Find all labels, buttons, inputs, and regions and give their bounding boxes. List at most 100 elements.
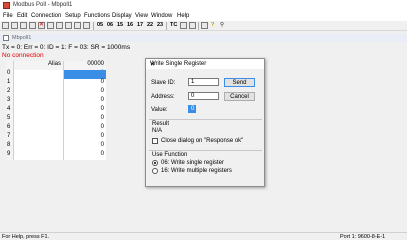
use-function-label: Use Function: [152, 152, 188, 158]
open-icon[interactable]: [11, 22, 18, 29]
cancel-button[interactable]: Cancel: [224, 92, 255, 101]
func-16-radio[interactable]: [152, 168, 158, 174]
alias-cell[interactable]: [14, 115, 64, 124]
menu-setup[interactable]: Setup: [65, 13, 81, 19]
fc-22-button[interactable]: 22: [147, 22, 153, 28]
row-index: 7: [6, 133, 14, 142]
table-row[interactable]: 1 0: [6, 79, 106, 88]
row-index: 9: [6, 151, 14, 160]
address-field[interactable]: 0: [188, 92, 219, 100]
table-row[interactable]: 3 0: [6, 97, 106, 106]
value-field[interactable]: 0: [188, 105, 196, 113]
app-icon: [3, 2, 10, 9]
result-group: [149, 119, 262, 120]
help-icon[interactable]: ?: [211, 22, 214, 28]
close-dialog-label: Close dialog on "Response ok": [161, 138, 244, 144]
func-16-label: 16: Write multiple registers: [161, 168, 232, 174]
context-help-icon[interactable]: ⚲: [220, 22, 224, 28]
title-bar: Modbus Poll - Mbpoll1: [0, 0, 407, 12]
value-cell[interactable]: 0: [64, 124, 106, 133]
write-icon[interactable]: [74, 22, 81, 29]
table-row[interactable]: 9 0: [6, 151, 106, 160]
row-index: 2: [6, 88, 14, 97]
menu-display[interactable]: Display: [112, 13, 132, 19]
table-row[interactable]: 7 0: [6, 133, 106, 142]
slave-id-label: Slave ID:: [151, 80, 176, 86]
new-icon[interactable]: [2, 22, 9, 29]
row-index: 4: [6, 106, 14, 115]
dialog-titlebar[interactable]: Write Single Register ✕: [146, 59, 264, 69]
table-row[interactable]: 6 0: [6, 124, 106, 133]
disconnect-icon[interactable]: [56, 22, 63, 29]
menu-window[interactable]: Window: [151, 13, 172, 19]
value-cell[interactable]: 0: [64, 97, 106, 106]
connect-icon[interactable]: [47, 22, 54, 29]
alias-cell[interactable]: [14, 88, 64, 97]
fc-05-button[interactable]: 05: [97, 22, 103, 28]
close-icon[interactable]: ✕: [150, 61, 260, 68]
result-label: Result: [152, 121, 170, 127]
fc-06-button[interactable]: 06: [107, 22, 113, 28]
alias-cell[interactable]: [14, 142, 64, 151]
table-row[interactable]: 5 0: [6, 115, 106, 124]
alias-cell[interactable]: [14, 151, 64, 160]
alias-cell[interactable]: [14, 79, 64, 88]
alias-header[interactable]: Alias: [14, 61, 64, 70]
fc-15-button[interactable]: 15: [117, 22, 123, 28]
menu-bar: File Edit Connection Setup Functions Dis…: [0, 12, 407, 21]
function-group: [149, 150, 262, 151]
row-index: 1: [6, 79, 14, 88]
value-header[interactable]: 00000: [64, 61, 106, 70]
options-icon[interactable]: [189, 22, 196, 29]
save-icon[interactable]: [20, 22, 27, 29]
monitor-icon[interactable]: [180, 22, 187, 29]
fc-16-button[interactable]: 16: [127, 22, 133, 28]
window-icon[interactable]: [201, 22, 208, 29]
value-cell[interactable]: 0: [64, 70, 106, 79]
menu-view[interactable]: View: [135, 13, 148, 19]
alias-cell[interactable]: [14, 133, 64, 142]
pause-icon[interactable]: [83, 22, 90, 29]
read-icon[interactable]: [65, 22, 72, 29]
table-row[interactable]: 2 0: [6, 88, 106, 97]
tc-button[interactable]: TC: [170, 22, 177, 28]
value-cell[interactable]: 0: [64, 88, 106, 97]
menu-functions[interactable]: Functions: [84, 13, 110, 19]
menu-connection[interactable]: Connection: [31, 13, 61, 19]
fc-23-button[interactable]: 23: [157, 22, 163, 28]
delete-icon[interactable]: ✕: [38, 22, 45, 29]
row-index: 8: [6, 142, 14, 151]
table-row[interactable]: 4 0: [6, 106, 106, 115]
alias-cell[interactable]: [14, 97, 64, 106]
menu-edit[interactable]: Edit: [17, 13, 27, 19]
value-cell[interactable]: 0: [64, 79, 106, 88]
row-index: 0: [6, 70, 14, 79]
alias-cell[interactable]: [14, 124, 64, 133]
value-cell[interactable]: 0: [64, 142, 106, 151]
child-window-icon: [3, 35, 9, 41]
menu-file[interactable]: File: [3, 13, 13, 19]
fc-17-button[interactable]: 17: [137, 22, 143, 28]
alias-cell[interactable]: [14, 106, 64, 115]
child-window-title: Mbpoll1: [12, 35, 32, 41]
value-cell[interactable]: 0: [64, 133, 106, 142]
status-bar: For Help, press F1. Port 1: 9600-8-E-1: [0, 232, 407, 240]
send-button[interactable]: Send: [224, 78, 255, 87]
table-row[interactable]: 0 0: [6, 70, 106, 79]
mdi-child-titlebar[interactable]: Mbpoll1: [0, 34, 407, 42]
close-dialog-checkbox[interactable]: [152, 138, 158, 144]
print-icon[interactable]: [29, 22, 36, 29]
menu-help[interactable]: Help: [177, 13, 189, 19]
row-index: 5: [6, 115, 14, 124]
value-cell[interactable]: 0: [64, 115, 106, 124]
port-status: Port 1: 9600-8-E-1: [340, 234, 386, 240]
value-cell[interactable]: 0: [64, 151, 106, 160]
func-06-radio[interactable]: [152, 160, 158, 166]
toolbar-separator: [93, 22, 94, 30]
slave-id-field[interactable]: 1: [188, 78, 219, 86]
value-cell[interactable]: 0: [64, 106, 106, 115]
table-row[interactable]: 8 0: [6, 142, 106, 151]
value-label: Value:: [151, 107, 168, 113]
row-index: 3: [6, 97, 14, 106]
alias-cell[interactable]: [14, 70, 64, 79]
